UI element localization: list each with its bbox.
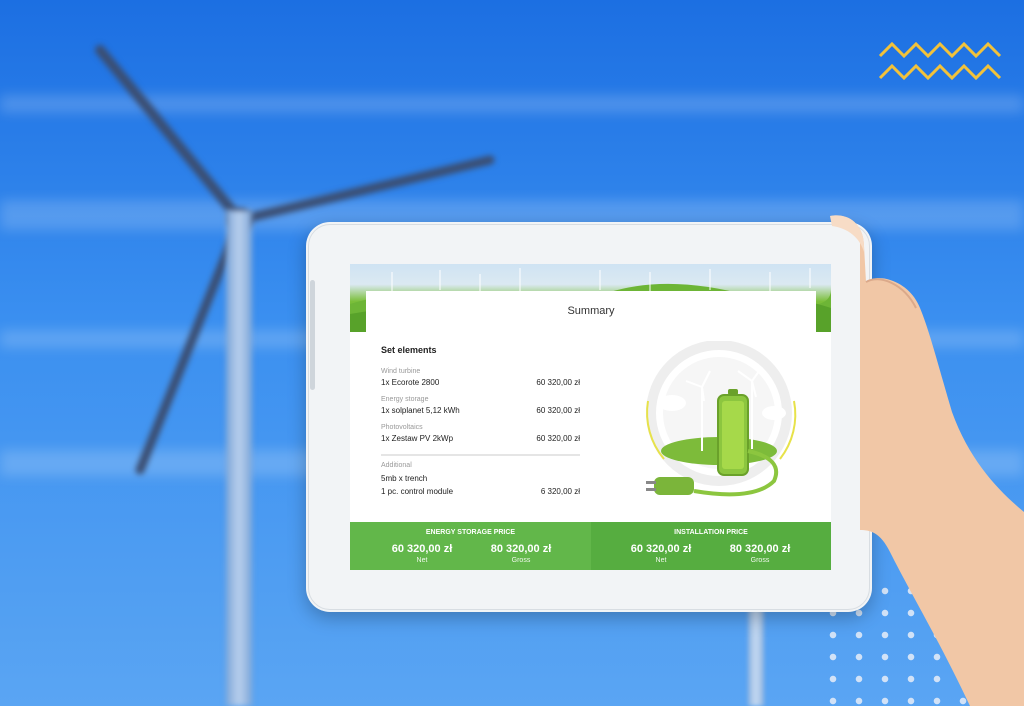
additional-line-trench: 5mb x trench xyxy=(381,474,428,483)
item-price-energy-storage: 60 320,00 zł xyxy=(536,406,580,415)
installation-net-label: Net xyxy=(655,557,667,564)
set-elements-heading: Set elements xyxy=(381,345,437,355)
turbine-mast xyxy=(748,600,764,706)
item-price-photovoltaics: 60 320,00 zł xyxy=(536,434,580,443)
zigzag-decoration-icon xyxy=(878,41,1002,81)
item-name-energy-storage: 1x solplanet 5,12 kWh xyxy=(381,406,460,415)
battery-icon xyxy=(717,389,749,476)
installation-price-title: INSTALLATION PRICE xyxy=(674,529,748,536)
turbine-mast xyxy=(226,210,252,706)
item-category-energy-storage: Energy storage xyxy=(381,396,429,403)
energy-storage-price-title: ENERGY STORAGE PRICE xyxy=(425,529,516,536)
tablet-side-button xyxy=(310,280,315,390)
energy-storage-price-panel: ENERGY STORAGE PRICE 60 320,00 zł Net 80… xyxy=(350,522,591,570)
item-name-photovoltaics: 1x Zestaw PV 2kWp xyxy=(381,434,454,443)
installation-price-panel: INSTALLATION PRICE 60 320,00 zł Net 80 3… xyxy=(591,522,831,570)
installation-net-value: 60 320,00 zł xyxy=(630,543,692,555)
additional-line-control-module: 1 pc. control module xyxy=(381,487,454,496)
hand-holding-tablet xyxy=(830,215,1024,706)
energy-storage-net-label: Net xyxy=(416,557,428,564)
installation-gross-label: Gross xyxy=(750,557,770,564)
items-divider xyxy=(381,454,580,456)
price-bar: ENERGY STORAGE PRICE 60 320,00 zł Net 80… xyxy=(350,522,831,570)
additional-category: Additional xyxy=(381,462,412,469)
energy-storage-illustration xyxy=(646,341,797,497)
tablet-screen: Summary Set elements Wind turbine 1x Eco… xyxy=(350,264,831,570)
additional-price-control-module: 6 320,00 zł xyxy=(540,487,580,496)
energy-storage-gross-label: Gross xyxy=(511,557,531,564)
item-category-wind-turbine: Wind turbine xyxy=(381,368,421,375)
summary-title: Summary xyxy=(567,305,615,317)
item-name-wind-turbine: 1x Ecorote 2800 xyxy=(381,378,440,387)
installation-gross-value: 80 320,00 zł xyxy=(729,543,791,555)
item-category-photovoltaics: Photovoltaics xyxy=(381,424,423,431)
energy-storage-net-value: 60 320,00 zł xyxy=(391,543,453,555)
summary-card: Summary Set elements Wind turbine 1x Eco… xyxy=(366,291,816,521)
item-price-wind-turbine: 60 320,00 zł xyxy=(536,378,580,387)
energy-storage-gross-value: 80 320,00 zł xyxy=(490,543,552,555)
